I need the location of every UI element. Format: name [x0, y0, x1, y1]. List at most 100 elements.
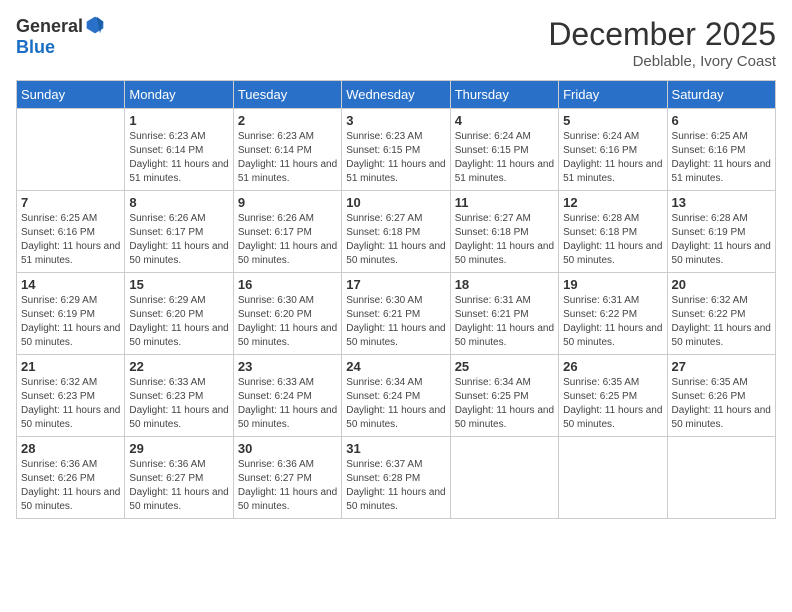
calendar-cell: 31 Sunrise: 6:37 AMSunset: 6:28 PMDayligh…: [342, 437, 450, 519]
day-info: Sunrise: 6:23 AMSunset: 6:14 PMDaylight:…: [238, 130, 337, 186]
day-info: Sunrise: 6:23 AMSunset: 6:15 PMDaylight:…: [346, 130, 445, 186]
day-info: Sunrise: 6:26 AMSunset: 6:17 PMDaylight:…: [238, 212, 337, 268]
day-info: Sunrise: 6:36 AMSunset: 6:27 PMDaylight:…: [129, 458, 228, 514]
calendar-cell: 28 Sunrise: 6:36 AMSunset: 6:26 PMDayligh…: [17, 437, 125, 519]
day-number: 11: [455, 195, 554, 210]
day-info: Sunrise: 6:34 AMSunset: 6:24 PMDaylight:…: [346, 376, 445, 432]
day-info: Sunrise: 6:30 AMSunset: 6:20 PMDaylight:…: [238, 294, 337, 350]
day-number: 14: [21, 277, 120, 292]
day-number: 29: [129, 441, 228, 456]
calendar-cell: 17Sunrise: 6:30 AMSunset: 6:21 PMDayligh…: [342, 273, 450, 355]
calendar-cell: 5Sunrise: 6:24 AMSunset: 6:16 PMDaylight…: [559, 109, 667, 191]
calendar-cell: 2 Sunrise: 6:23 AMSunset: 6:14 PMDaylight…: [233, 109, 341, 191]
day-info: Sunrise: 6:28 AMSunset: 6:19 PMDaylight:…: [672, 212, 771, 268]
calendar-cell: 13Sunrise: 6:28 AMSunset: 6:19 PMDayligh…: [667, 191, 775, 273]
calendar-cell: 12 Sunrise: 6:28 AMSunset: 6:18 PMDayligh…: [559, 191, 667, 273]
day-number: 28: [21, 441, 120, 456]
logo-blue-text: Blue: [16, 37, 55, 58]
title-block: December 2025 Deblable, Ivory Coast: [548, 16, 776, 70]
calendar-cell: 9 Sunrise: 6:26 AMSunset: 6:17 PMDaylight…: [233, 191, 341, 273]
calendar-cell: 7Sunrise: 6:25 AMSunset: 6:16 PMDaylight…: [17, 191, 125, 273]
day-info: Sunrise: 6:28 AMSunset: 6:18 PMDaylight:…: [563, 212, 662, 268]
day-number: 16: [238, 277, 337, 292]
day-info: Sunrise: 6:32 AMSunset: 6:23 PMDaylight:…: [21, 376, 120, 432]
day-info: Sunrise: 6:30 AMSunset: 6:21 PMDaylight:…: [346, 294, 445, 350]
calendar-cell: [17, 109, 125, 191]
calendar-cell: 23 Sunrise: 6:33 AMSunset: 6:24 PMDayligh…: [233, 355, 341, 437]
calendar-cell: 22 Sunrise: 6:33 AMSunset: 6:23 PMDayligh…: [125, 355, 233, 437]
day-number: 2: [238, 113, 337, 128]
day-number: 1: [129, 113, 228, 128]
calendar-cell: 26 Sunrise: 6:35 AMSunset: 6:25 PMDayligh…: [559, 355, 667, 437]
day-info: Sunrise: 6:29 AMSunset: 6:19 PMDaylight:…: [21, 294, 120, 350]
weekday-header-monday: Monday: [125, 81, 233, 109]
day-info: Sunrise: 6:27 AMSunset: 6:18 PMDaylight:…: [455, 212, 554, 268]
day-info: Sunrise: 6:32 AMSunset: 6:22 PMDaylight:…: [672, 294, 771, 350]
day-info: Sunrise: 6:35 AMSunset: 6:26 PMDaylight:…: [672, 376, 771, 432]
calendar-cell: 3 Sunrise: 6:23 AMSunset: 6:15 PMDaylight…: [342, 109, 450, 191]
day-number: 24: [346, 359, 445, 374]
calendar-cell: [559, 437, 667, 519]
day-number: 8: [129, 195, 228, 210]
day-info: Sunrise: 6:27 AMSunset: 6:18 PMDaylight:…: [346, 212, 445, 268]
day-number: 21: [21, 359, 120, 374]
calendar-cell: 20 Sunrise: 6:32 AMSunset: 6:22 PMDayligh…: [667, 273, 775, 355]
day-info: Sunrise: 6:33 AMSunset: 6:24 PMDaylight:…: [238, 376, 337, 432]
day-info: Sunrise: 6:34 AMSunset: 6:25 PMDaylight:…: [455, 376, 554, 432]
weekday-header-tuesday: Tuesday: [233, 81, 341, 109]
day-info: Sunrise: 6:29 AMSunset: 6:20 PMDaylight:…: [129, 294, 228, 350]
day-number: 22: [129, 359, 228, 374]
calendar-cell: [450, 437, 558, 519]
calendar-week-4: 28 Sunrise: 6:36 AMSunset: 6:26 PMDayligh…: [17, 437, 776, 519]
weekday-header-friday: Friday: [559, 81, 667, 109]
weekday-header-saturday: Saturday: [667, 81, 775, 109]
day-number: 25: [455, 359, 554, 374]
calendar-table: SundayMondayTuesdayWednesdayThursdayFrid…: [16, 80, 776, 519]
day-info: Sunrise: 6:31 AMSunset: 6:22 PMDaylight:…: [563, 294, 662, 350]
location-title: Deblable, Ivory Coast: [548, 53, 776, 70]
day-number: 26: [563, 359, 662, 374]
day-number: 9: [238, 195, 337, 210]
day-info: Sunrise: 6:26 AMSunset: 6:17 PMDaylight:…: [129, 212, 228, 268]
day-info: Sunrise: 6:35 AMSunset: 6:25 PMDaylight:…: [563, 376, 662, 432]
calendar-cell: 27 Sunrise: 6:35 AMSunset: 6:26 PMDayligh…: [667, 355, 775, 437]
calendar-cell: [667, 437, 775, 519]
day-info: Sunrise: 6:36 AMSunset: 6:26 PMDaylight:…: [21, 458, 120, 514]
calendar-cell: 10Sunrise: 6:27 AMSunset: 6:18 PMDayligh…: [342, 191, 450, 273]
calendar-cell: 21 Sunrise: 6:32 AMSunset: 6:23 PMDayligh…: [17, 355, 125, 437]
calendar-week-0: 1 Sunrise: 6:23 AMSunset: 6:14 PMDaylight…: [17, 109, 776, 191]
day-info: Sunrise: 6:37 AMSunset: 6:28 PMDaylight:…: [346, 458, 445, 514]
day-number: 18: [455, 277, 554, 292]
day-info: Sunrise: 6:23 AMSunset: 6:14 PMDaylight:…: [129, 130, 228, 186]
day-info: Sunrise: 6:36 AMSunset: 6:27 PMDaylight:…: [238, 458, 337, 514]
day-info: Sunrise: 6:31 AMSunset: 6:21 PMDaylight:…: [455, 294, 554, 350]
weekday-header-wednesday: Wednesday: [342, 81, 450, 109]
calendar-cell: 11 Sunrise: 6:27 AMSunset: 6:18 PMDayligh…: [450, 191, 558, 273]
calendar-cell: 6Sunrise: 6:25 AMSunset: 6:16 PMDaylight…: [667, 109, 775, 191]
calendar-cell: 29 Sunrise: 6:36 AMSunset: 6:27 PMDayligh…: [125, 437, 233, 519]
month-title: December 2025: [548, 16, 776, 53]
calendar-cell: 24 Sunrise: 6:34 AMSunset: 6:24 PMDayligh…: [342, 355, 450, 437]
calendar-cell: 18 Sunrise: 6:31 AMSunset: 6:21 PMDayligh…: [450, 273, 558, 355]
day-number: 23: [238, 359, 337, 374]
logo: General Blue: [16, 16, 105, 58]
day-info: Sunrise: 6:24 AMSunset: 6:16 PMDaylight:…: [563, 130, 662, 186]
calendar-cell: 4Sunrise: 6:24 AMSunset: 6:15 PMDaylight…: [450, 109, 558, 191]
logo-general-text: General: [16, 16, 83, 37]
calendar-cell: 14 Sunrise: 6:29 AMSunset: 6:19 PMDayligh…: [17, 273, 125, 355]
day-number: 20: [672, 277, 771, 292]
day-number: 30: [238, 441, 337, 456]
day-info: Sunrise: 6:33 AMSunset: 6:23 PMDaylight:…: [129, 376, 228, 432]
calendar-cell: 30 Sunrise: 6:36 AMSunset: 6:27 PMDayligh…: [233, 437, 341, 519]
day-number: 12: [563, 195, 662, 210]
day-number: 31: [346, 441, 445, 456]
weekday-header-row: SundayMondayTuesdayWednesdayThursdayFrid…: [17, 81, 776, 109]
calendar-cell: 15Sunrise: 6:29 AMSunset: 6:20 PMDayligh…: [125, 273, 233, 355]
weekday-header-sunday: Sunday: [17, 81, 125, 109]
day-number: 27: [672, 359, 771, 374]
day-number: 7: [21, 195, 120, 210]
day-number: 3: [346, 113, 445, 128]
calendar-week-3: 21 Sunrise: 6:32 AMSunset: 6:23 PMDayligh…: [17, 355, 776, 437]
day-info: Sunrise: 6:24 AMSunset: 6:15 PMDaylight:…: [455, 130, 554, 186]
weekday-header-thursday: Thursday: [450, 81, 558, 109]
